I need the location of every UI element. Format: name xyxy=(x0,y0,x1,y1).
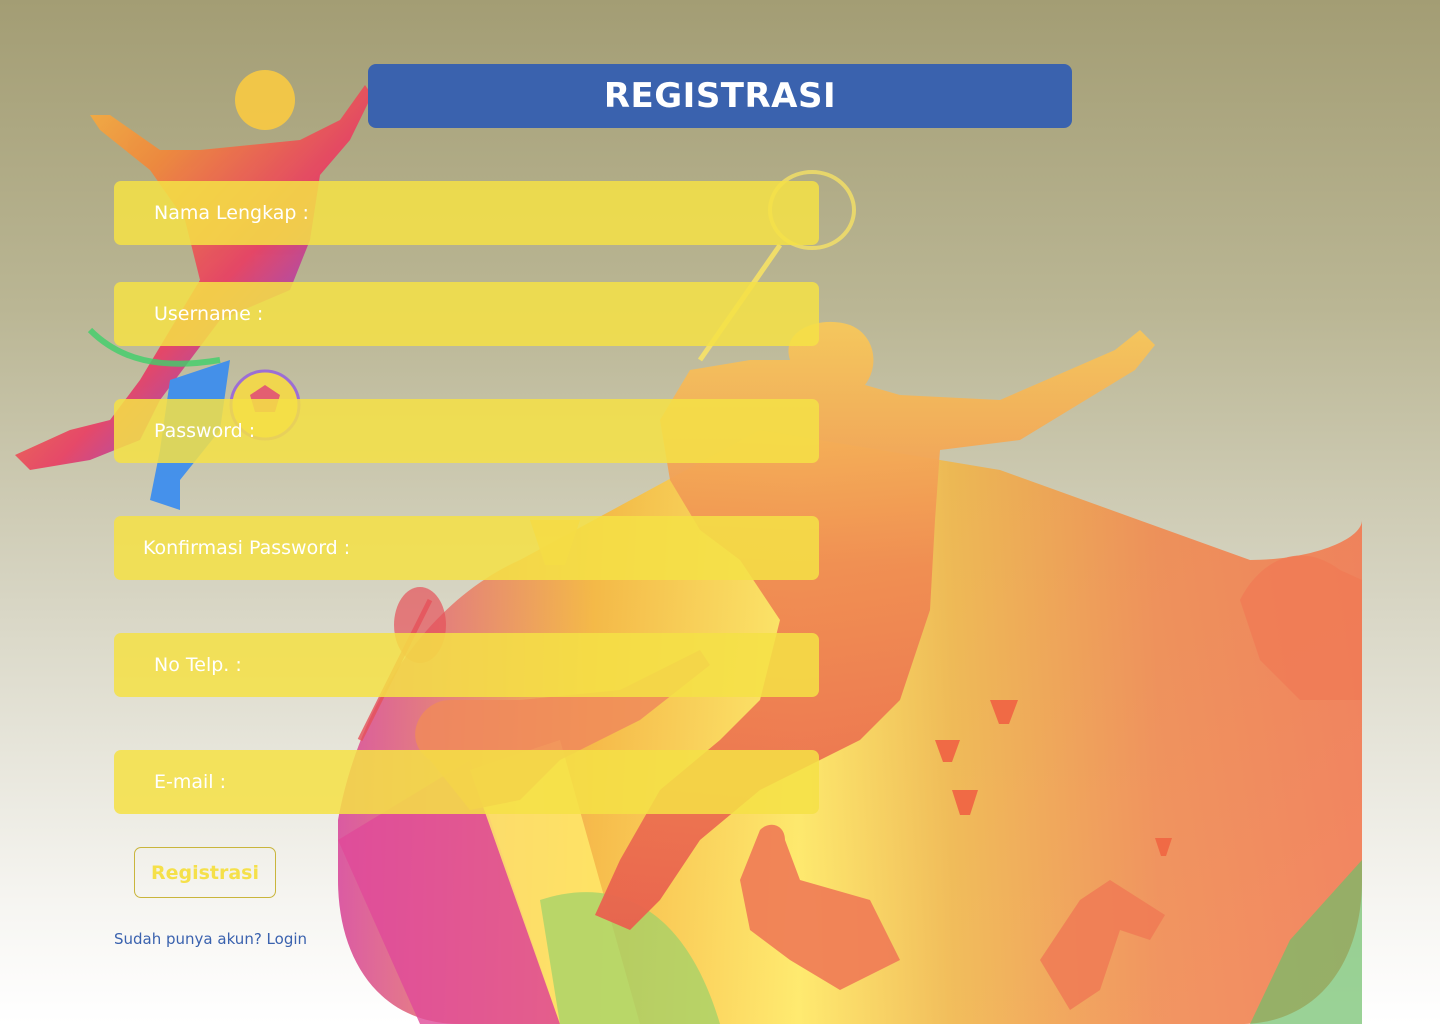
field-username[interactable]: Username : xyxy=(114,282,819,346)
field-email[interactable]: E-mail : xyxy=(114,750,819,814)
username-input[interactable] xyxy=(114,282,819,346)
title-bar: REGISTRASI xyxy=(368,64,1072,128)
field-konfirmasi-password[interactable]: Konfirmasi Password : xyxy=(114,516,819,580)
konfirmasi-password-input[interactable] xyxy=(114,516,819,580)
field-no-telp[interactable]: No Telp. : xyxy=(114,633,819,697)
page-title: REGISTRASI xyxy=(603,76,837,116)
email-input[interactable] xyxy=(114,750,819,814)
login-link[interactable]: Sudah punya akun? Login xyxy=(114,930,307,948)
password-input[interactable] xyxy=(114,399,819,463)
field-nama-lengkap[interactable]: Nama Lengkap : xyxy=(114,181,819,245)
field-password[interactable]: Password : xyxy=(114,399,819,463)
registrasi-button[interactable]: Registrasi xyxy=(134,847,276,898)
no-telp-input[interactable] xyxy=(114,633,819,697)
nama-lengkap-input[interactable] xyxy=(114,181,819,245)
